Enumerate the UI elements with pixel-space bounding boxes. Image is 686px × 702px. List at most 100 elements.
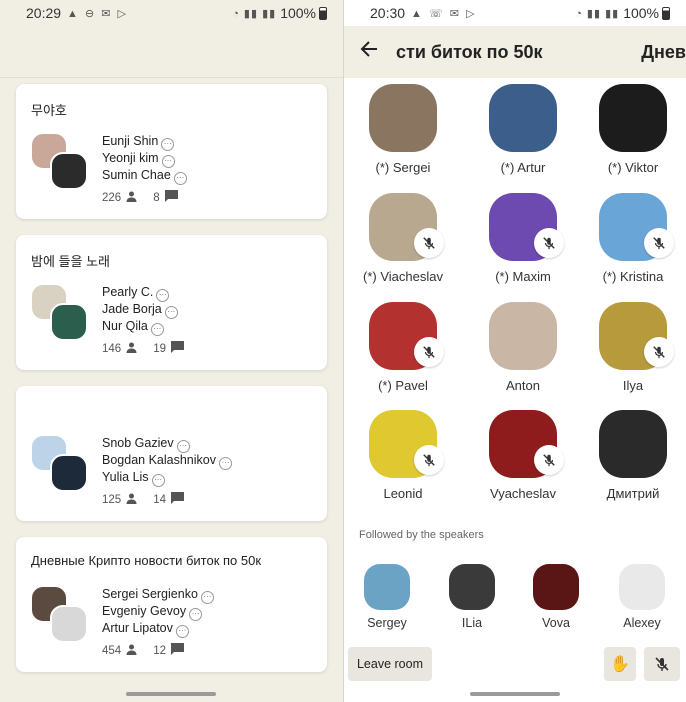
- room-header: сти биток по 50к Днев: [344, 26, 686, 78]
- signal-icons: ◔ ▮▮ ▮▮: [232, 7, 277, 20]
- follower-avatar[interactable]: [364, 564, 410, 610]
- speaker-name-row: Yulia Lis ···: [102, 470, 232, 487]
- speaker-name: Yeonji kim: [102, 151, 159, 165]
- mic-muted-icon: [534, 445, 564, 475]
- follower-name: Sergey: [367, 616, 407, 630]
- follower-avatar[interactable]: [619, 564, 665, 610]
- speaker-tile[interactable]: (*) Viacheslav: [348, 193, 458, 284]
- speaker-avatar[interactable]: [599, 410, 667, 478]
- room-card[interactable]: 무야호 Eunji Shin ··· Yeonji kim ··· Sumin Chae ·…: [16, 84, 327, 219]
- listener-count: 226: [102, 191, 122, 204]
- speaker-avatar: [50, 454, 88, 492]
- speaking-bubble-icon: ···: [156, 289, 170, 302]
- speaking-bubble-icon: ···: [218, 457, 232, 470]
- room-screen: 20:30 ▲ ☏ ✉ ▷ ◔ ▮▮ ▮▮ 100% сти биток по …: [344, 0, 686, 702]
- room-card[interactable]: Дневные Крипто новости биток по 50к Serge…: [16, 537, 327, 672]
- room-speaker-list: Pearly C. ··· Jade Borja ··· Nur Qila ···: [102, 285, 178, 336]
- follower-avatar[interactable]: [449, 564, 495, 610]
- speaker-name: (*) Pavel: [378, 378, 428, 393]
- speaker-name: Sergei Sergienko: [102, 587, 198, 601]
- raise-hand-icon[interactable]: ✋: [604, 647, 636, 681]
- room-card[interactable]: Snob Gaziev ··· Bogdan Kalashnikov ··· Yulia…: [16, 386, 327, 521]
- follower-tile[interactable]: Alexey: [602, 564, 682, 630]
- speaker-tile[interactable]: (*) Pavel: [348, 302, 458, 393]
- speaker-name-row: Sergei Sergienko ···: [102, 587, 214, 604]
- chat-bubble-icon: [170, 341, 184, 356]
- listener-count: 454: [102, 644, 122, 657]
- speaker-name: Vyacheslav: [490, 486, 556, 501]
- home-gesture-bar[interactable]: [126, 692, 216, 696]
- room-stats: 125 14: [102, 492, 200, 507]
- mic-muted-icon[interactable]: [644, 647, 680, 681]
- room-speaker-list: Snob Gaziev ··· Bogdan Kalashnikov ··· Yulia…: [102, 436, 232, 487]
- follower-name: Vova: [542, 616, 570, 630]
- room-bottom-bar: Leave room ✋: [344, 640, 686, 686]
- message-count: 14: [153, 493, 166, 506]
- speaker-name-row: Bogdan Kalashnikov ···: [102, 453, 232, 470]
- speaker-avatar: [50, 152, 88, 190]
- speaker-name: (*) Viktor: [607, 160, 659, 175]
- speaking-bubble-icon: ···: [200, 591, 214, 604]
- speaker-tile[interactable]: (*) Kristina: [578, 193, 686, 284]
- speaker-name-row: Sumin Chae ···: [102, 168, 187, 185]
- mic-muted-icon: [534, 228, 564, 258]
- person-icon: [126, 191, 137, 205]
- speaker-tile[interactable]: (*) Viktor: [578, 84, 686, 175]
- room-card-title: Дневные Крипто новости биток по 50к: [31, 553, 262, 568]
- speaker-name-row: Artur Lipatov ···: [102, 621, 214, 638]
- speaker-avatar[interactable]: [369, 84, 437, 152]
- leave-room-button[interactable]: Leave room: [348, 647, 432, 681]
- speaking-bubble-icon: ···: [164, 306, 178, 319]
- battery-level: 100%: [623, 5, 659, 21]
- notification-icons: ▲ ☏ ✉ ▷: [411, 7, 477, 20]
- speaker-name: (*) Kristina: [602, 269, 664, 284]
- speaking-bubble-icon: ···: [150, 323, 164, 336]
- speaker-avatar: [50, 303, 88, 341]
- speaker-name-row: Jade Borja ···: [102, 302, 178, 319]
- speaker-name-row: Eunji Shin ···: [102, 134, 187, 151]
- speaking-bubble-icon: ···: [176, 440, 190, 453]
- room-stats: 454 12: [102, 643, 200, 658]
- speaker-tile[interactable]: Vyacheslav: [468, 410, 578, 501]
- room-card-title: 무야호: [31, 103, 67, 118]
- speaker-avatar[interactable]: [489, 84, 557, 152]
- hallway-screen: 20:29 ▲ ⊖ ✉ ▷ ◔ ▮▮ ▮▮ 100% 무야호 Eunji Shin…: [0, 0, 343, 702]
- battery-level: 100%: [280, 5, 316, 21]
- signal-icons: ◔ ▮▮ ▮▮: [575, 7, 620, 20]
- speaker-name-row: Yeonji kim ···: [102, 151, 187, 168]
- speaker-name-row: Evgeniy Gevoy ···: [102, 604, 214, 621]
- room-card[interactable]: 밤에 들을 노래 Pearly C. ··· Jade Borja ··· Nur Qil…: [16, 235, 327, 370]
- room-stats: 146 19: [102, 341, 200, 356]
- status-bar: 20:30 ▲ ☏ ✉ ▷ ◔ ▮▮ ▮▮ 100%: [344, 0, 686, 26]
- chat-bubble-icon: [170, 492, 184, 507]
- speaker-name: Evgeniy Gevoy: [102, 604, 187, 618]
- message-count: 8: [153, 191, 160, 204]
- room-avatars: [30, 585, 90, 645]
- listener-count: 125: [102, 493, 122, 506]
- speaker-tile[interactable]: (*) Artur: [468, 84, 578, 175]
- speaker-tile[interactable]: Anton: [468, 302, 578, 393]
- speaker-name: Sumin Chae: [102, 168, 171, 182]
- status-time: 20:30: [370, 5, 406, 21]
- message-count: 19: [153, 342, 166, 355]
- room-avatars: [30, 434, 90, 494]
- speaker-tile[interactable]: (*) Sergei: [348, 84, 458, 175]
- speaker-tile[interactable]: (*) Maxim: [468, 193, 578, 284]
- back-arrow-icon[interactable]: [360, 40, 378, 64]
- mic-muted-icon: [644, 337, 674, 367]
- follower-tile[interactable]: Sergey: [347, 564, 427, 630]
- follower-tile[interactable]: ILia: [432, 564, 512, 630]
- follower-avatar[interactable]: [533, 564, 579, 610]
- speaker-tile[interactable]: Ilya: [578, 302, 686, 393]
- follower-tile[interactable]: Vova: [516, 564, 596, 630]
- speaker-avatar[interactable]: [599, 84, 667, 152]
- speaker-avatar: [50, 605, 88, 643]
- speaker-name: Yulia Lis: [102, 470, 149, 484]
- mic-muted-icon: [644, 228, 674, 258]
- speaker-name: Eunji Shin: [102, 134, 159, 148]
- speaker-name-row: Snob Gaziev ···: [102, 436, 232, 453]
- home-gesture-bar[interactable]: [470, 692, 560, 696]
- speaker-avatar[interactable]: [489, 302, 557, 370]
- speaker-tile[interactable]: Дмитрий: [578, 410, 686, 501]
- speaker-tile[interactable]: Leonid: [348, 410, 458, 501]
